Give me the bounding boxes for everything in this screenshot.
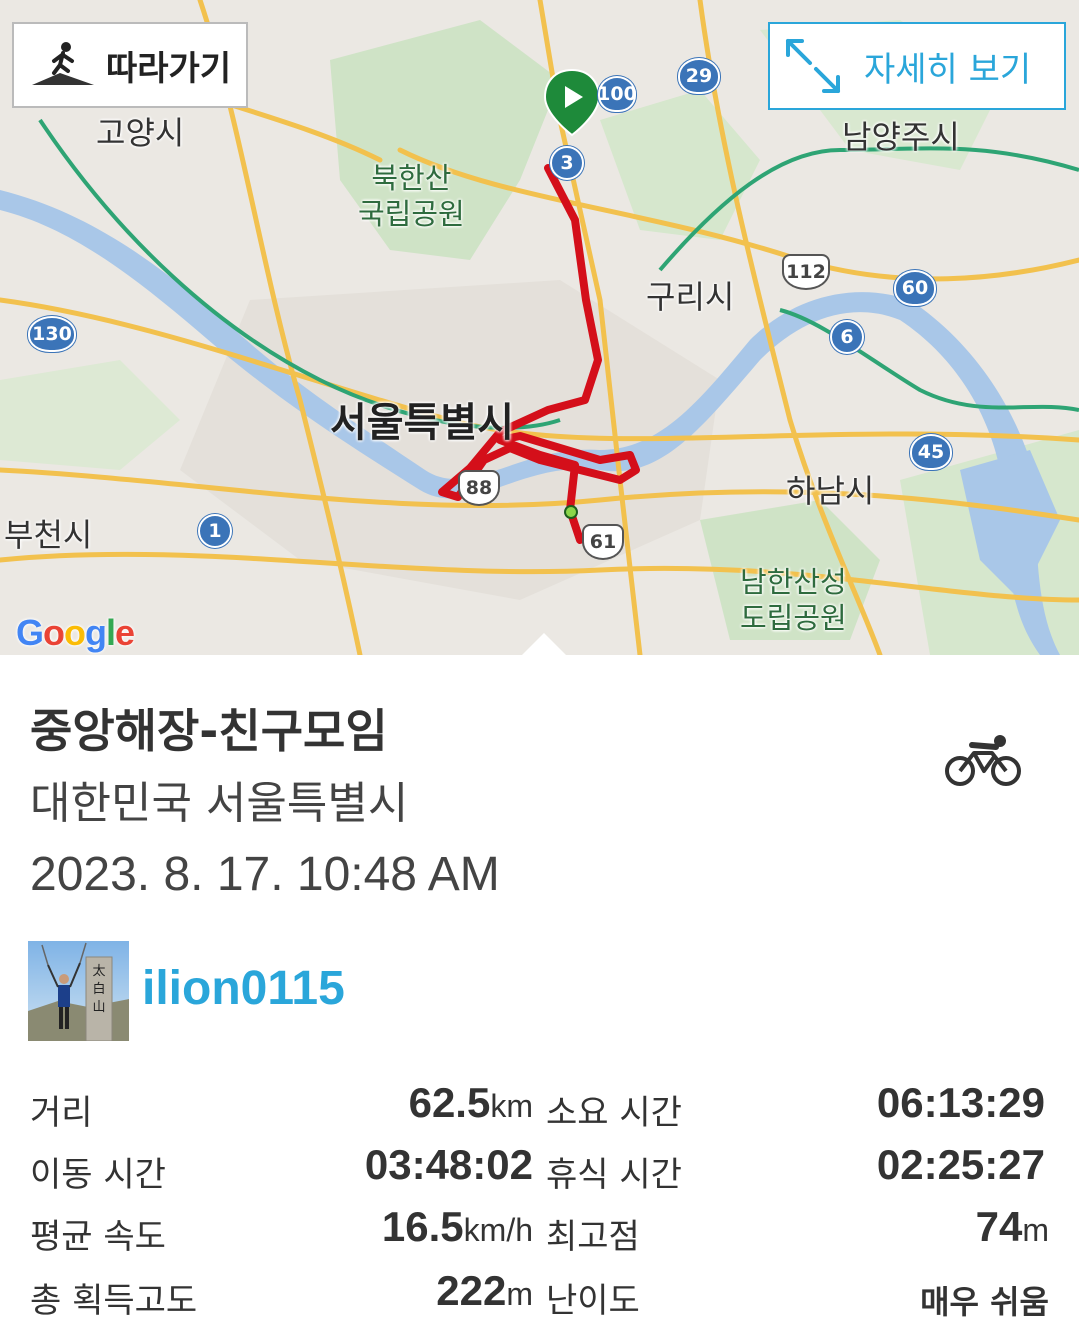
route-shield-100: 100 (597, 76, 637, 112)
detail-view-button[interactable]: 자세히 보기 (768, 22, 1066, 110)
hiker-icon (32, 42, 94, 85)
google-logo: Google (16, 612, 135, 653)
map-label-goyang: 고양시 (96, 114, 185, 152)
avg-speed-value: 16.5km/h (381, 1203, 533, 1250)
elevation-gain-value: 222m (436, 1267, 533, 1314)
duration-label: 소요 시간 (546, 1093, 682, 1133)
map-label-bucheon: 부천시 (4, 516, 93, 554)
map-label-namyangju: 남양주시 (842, 118, 960, 156)
map-label-guri: 구리시 (646, 278, 735, 316)
rest-time-label: 휴식 시간 (546, 1155, 682, 1195)
map-pointer (522, 633, 566, 655)
activity-location: 대한민국 서울특별시 (30, 778, 409, 829)
moving-time-label: 이동 시간 (30, 1155, 166, 1195)
svg-text:山: 山 (92, 1000, 105, 1015)
follow-button[interactable]: 따라가기 (12, 22, 248, 108)
activity-title: 중앙해장-친구모임 (30, 704, 388, 758)
svg-text:白: 白 (92, 981, 105, 997)
max-elevation-value: 74m (975, 1203, 1049, 1250)
route-shield-60: 60 (894, 270, 936, 306)
follow-label: 따라가기 (106, 48, 232, 89)
username-link[interactable]: ilion0115 (142, 961, 345, 1016)
avatar[interactable]: 太 白 山 (28, 941, 129, 1041)
duration-value: 06:13:29 (876, 1079, 1045, 1126)
map-label-bukhansan: 북한산 국립공원 (358, 161, 465, 231)
route-shield-45: 45 (910, 434, 952, 470)
svg-text:太: 太 (92, 964, 105, 979)
route-shield-1: 1 (198, 514, 232, 548)
map-label-hanam: 하남시 (786, 472, 875, 510)
route-shield-29: 29 (678, 58, 720, 94)
route-shield-3: 3 (550, 146, 584, 180)
expand-icon (786, 39, 840, 93)
route-shield-112: 112 (782, 254, 830, 290)
avg-speed-label: 평균 속도 (30, 1217, 166, 1257)
map-label-namhansanseong: 남한산성 도립공원 (740, 565, 847, 635)
distance-value: 62.5km (408, 1079, 533, 1126)
rest-time-value: 02:25:27 (876, 1141, 1045, 1188)
detail-view-label: 자세히 보기 (864, 49, 1032, 90)
max-elevation-label: 최고점 (546, 1217, 640, 1257)
activity-datetime: 2023. 8. 17. 10:48 AM (30, 848, 500, 901)
difficulty-value: 매우 쉬움 (920, 1283, 1049, 1321)
route-shield-88: 88 (458, 470, 500, 506)
cycling-icon (945, 735, 1021, 786)
route-map[interactable]: 고양시 북한산 국립공원 남양주시 구리시 서울특별시 하남시 부천시 남한산성 도… (0, 0, 1079, 655)
moving-time-value: 03:48:02 (364, 1141, 533, 1188)
map-label-seoul: 서울특별시 (330, 400, 514, 446)
elevation-gain-label: 총 획득고도 (30, 1281, 198, 1321)
route-shield-130: 130 (28, 316, 76, 352)
distance-label: 거리 (30, 1093, 93, 1133)
route-shield-61: 61 (582, 524, 624, 560)
route-shield-6: 6 (830, 320, 864, 354)
difficulty-label: 난이도 (546, 1281, 640, 1321)
